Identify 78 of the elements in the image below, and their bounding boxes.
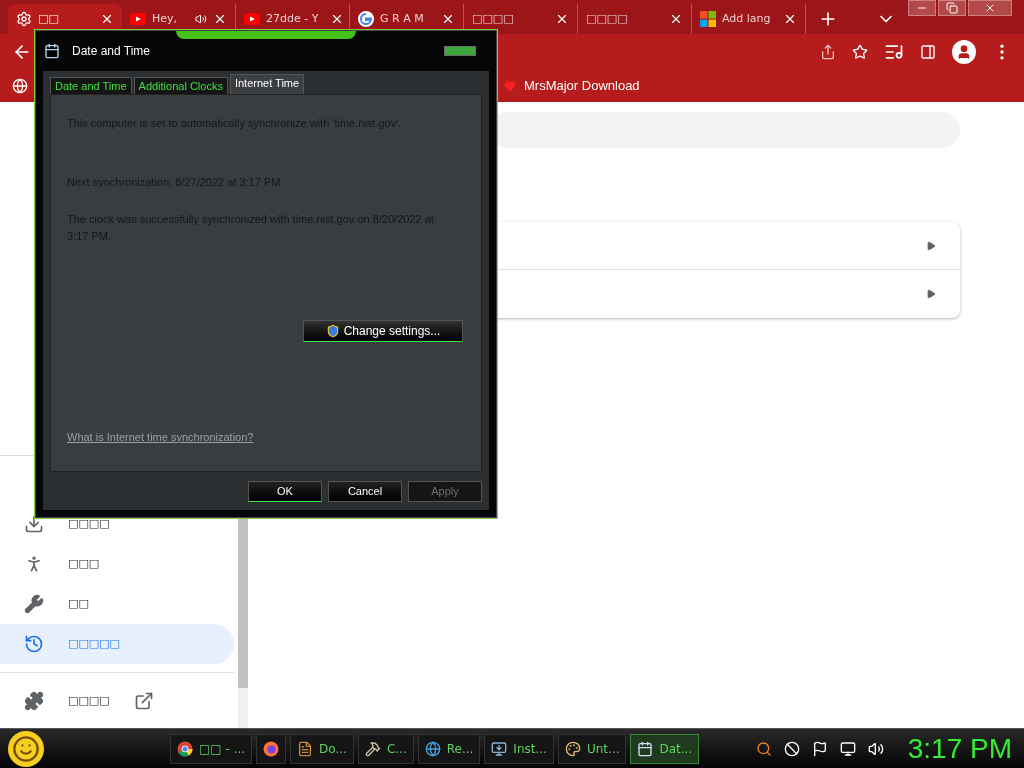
person-icon [956, 44, 972, 60]
sidebar-item[interactable]: □□□□ [0, 681, 234, 721]
arrow-right-icon[interactable] [926, 240, 936, 251]
tab-title: □□ [38, 10, 59, 27]
network-icon[interactable] [839, 740, 856, 757]
share-icon[interactable] [820, 44, 836, 60]
globe-icon [424, 740, 441, 757]
computer-icon [491, 740, 508, 757]
side-panel-icon[interactable] [920, 44, 936, 60]
tab-title: □□□□ [586, 10, 628, 27]
tab-title: □□□□ [472, 10, 514, 27]
history-icon [24, 634, 44, 654]
chrome-icon [177, 740, 193, 757]
tab-title: Hey, [152, 10, 178, 27]
close-icon [984, 2, 996, 14]
bookmark-link[interactable]: MrsMajor Download [504, 76, 640, 96]
smiley-icon [12, 734, 40, 763]
sidebar-item[interactable]: □□□ [0, 544, 234, 584]
gear-icon [16, 11, 32, 27]
document-icon [297, 740, 314, 757]
search-icon[interactable] [755, 740, 772, 757]
flag-icon[interactable] [811, 740, 828, 757]
dialog-title: Date and Time [72, 43, 152, 60]
four-squares-icon [700, 11, 716, 27]
heart-icon [504, 80, 516, 92]
dialog-tab[interactable]: Internet Time [229, 74, 305, 94]
taskbar-button[interactable]: Dat... [630, 733, 700, 764]
close-icon[interactable] [100, 12, 114, 26]
dialog-button[interactable]: Cancel [328, 481, 402, 502]
clock[interactable]: 3:17 PM [907, 727, 1012, 768]
sidebar-item[interactable]: □□ [0, 584, 234, 624]
sidebar-item[interactable]: □□□□□ [0, 624, 234, 664]
video-play-icon [244, 13, 260, 25]
palette-icon [564, 740, 581, 757]
tab-title: Add lang [722, 10, 771, 27]
arrow-right-icon[interactable] [926, 289, 936, 299]
puzzle-icon [24, 691, 44, 711]
close-icon[interactable] [213, 12, 227, 26]
shield-icon [325, 324, 340, 338]
wrench-icon [24, 594, 44, 614]
help-link[interactable]: What is Internet time synchronization? [67, 428, 465, 445]
browser-tab[interactable]: □□ [8, 4, 122, 34]
sidebar-item[interactable]: □□□□ [0, 504, 234, 544]
fox-globe-icon [263, 740, 280, 757]
g-letter-icon [358, 11, 374, 27]
dialog-button[interactable]: OK [248, 481, 322, 502]
video-play-icon [130, 13, 146, 25]
calendar-icon [637, 740, 654, 757]
tab-title: G R A M [380, 10, 424, 27]
download-icon [24, 514, 44, 534]
media-icon[interactable] [884, 42, 904, 62]
close-icon[interactable] [441, 12, 455, 26]
taskbar-button[interactable]: C... [357, 733, 414, 764]
speaker-icon [195, 13, 207, 25]
star-icon[interactable] [852, 44, 868, 60]
taskbar-button[interactable] [256, 733, 287, 764]
circle-icon[interactable] [783, 740, 800, 757]
start-button[interactable] [8, 730, 44, 767]
change-settings-button[interactable]: Change settings... [303, 320, 463, 342]
restore-button[interactable] [938, 0, 966, 16]
restore-icon [946, 2, 958, 14]
close-icon[interactable] [669, 12, 683, 26]
calendar-icon [44, 43, 60, 59]
taskbar-button[interactable]: □□ - ... [170, 733, 253, 764]
dialog-tab[interactable]: Additional Clocks [133, 77, 228, 94]
volume-icon[interactable] [867, 740, 884, 757]
taskbar-button[interactable]: Do... [290, 733, 354, 764]
dialog-tab[interactable]: Date and Time [50, 77, 132, 94]
hammer-icon [364, 740, 381, 757]
taskbar-button[interactable]: Unt... [557, 733, 627, 764]
globe-icon[interactable] [12, 78, 28, 94]
taskbar-button[interactable]: Inst... [484, 733, 554, 764]
external-link-icon[interactable] [133, 691, 154, 711]
tab-title: 27dde - Y [266, 10, 319, 27]
close-icon[interactable] [783, 12, 797, 26]
profile-avatar[interactable] [952, 40, 976, 64]
taskbar-button[interactable]: Re... [417, 733, 481, 764]
close-icon[interactable] [555, 12, 569, 26]
